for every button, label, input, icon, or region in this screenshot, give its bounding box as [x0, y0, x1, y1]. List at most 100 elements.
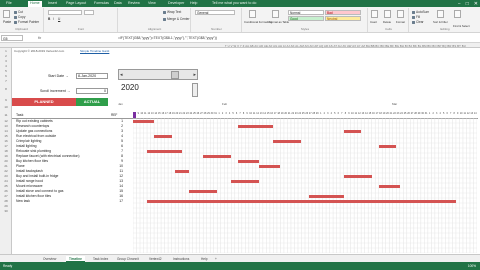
row-number[interactable]: 27 [0, 194, 12, 198]
scroll-left-icon[interactable]: ◂ [120, 72, 123, 78]
gantt-bar[interactable] [238, 125, 274, 128]
insert-button[interactable]: Insert [370, 20, 377, 24]
gantt-bar[interactable] [308, 195, 344, 198]
task-ref[interactable]: 5 [113, 139, 123, 143]
font-size-select[interactable] [84, 10, 94, 15]
sort-filter-button[interactable]: Sort & Filter [433, 20, 448, 24]
task-name[interactable]: Rip out existing cabinets [16, 119, 53, 123]
delete-cells-icon[interactable] [384, 10, 391, 18]
ribbon-tab[interactable]: View [148, 1, 156, 5]
row-number[interactable]: 24 [0, 179, 12, 183]
task-ref[interactable]: 8 [113, 154, 123, 158]
fill-button[interactable]: Fill [412, 15, 420, 19]
italic-icon[interactable]: I [53, 17, 54, 21]
find-select-icon[interactable] [454, 10, 461, 18]
style-good[interactable]: Good [288, 16, 324, 21]
task-ref[interactable]: 11 [113, 169, 123, 173]
task-name[interactable]: Update gas connections [16, 129, 52, 133]
gantt-bar[interactable] [238, 160, 260, 163]
task-name[interactable]: Install stove and connect to gas [16, 189, 64, 193]
insert-cells-icon[interactable] [371, 10, 378, 18]
task-ref[interactable]: 12 [113, 174, 123, 178]
wrap-text-button[interactable]: Wrap Text [163, 10, 181, 14]
task-name[interactable]: New task [16, 199, 30, 203]
row-number[interactable]: 17 [0, 144, 12, 148]
ribbon-tab[interactable]: Formulas [94, 1, 109, 5]
font-name-select[interactable] [48, 10, 82, 15]
minimize-icon[interactable]: − [458, 1, 461, 7]
task-name[interactable]: Install lighting [16, 144, 37, 148]
format-button[interactable]: Format [396, 20, 405, 24]
row-number[interactable]: 13 [0, 124, 12, 128]
copy-button[interactable]: Copy [14, 15, 25, 19]
task-name[interactable]: Relocate sink plumbing [16, 149, 51, 153]
task-ref[interactable]: 7 [113, 149, 123, 153]
row-number[interactable]: 26 [0, 189, 12, 193]
gantt-bar[interactable] [133, 120, 155, 123]
row-number[interactable]: 10 [0, 105, 12, 109]
format-painter-button[interactable]: Format Painter [14, 20, 39, 24]
row-number[interactable]: 7 [0, 79, 12, 83]
task-name[interactable]: Run electrical from outside [16, 134, 56, 138]
conditional-formatting-button[interactable]: Conditional Formatting [244, 20, 272, 24]
row-number[interactable]: 4 [0, 64, 12, 68]
style-normal[interactable]: Normal [288, 10, 324, 15]
zoom-level[interactable]: 100% [468, 264, 476, 268]
ribbon-tab[interactable]: Insert [48, 1, 57, 5]
task-ref[interactable]: 9 [113, 159, 123, 163]
row-number[interactable]: 9 [0, 98, 12, 102]
task-ref[interactable]: 16 [113, 194, 123, 198]
cut-button[interactable]: Cut [14, 10, 23, 14]
gantt-bar[interactable] [231, 180, 260, 183]
gantt-bar[interactable] [147, 150, 183, 153]
gantt-bar[interactable] [259, 165, 281, 168]
bold-icon[interactable]: B [48, 17, 50, 21]
gantt-bar[interactable] [203, 155, 232, 158]
task-ref[interactable]: 14 [113, 184, 123, 188]
task-name[interactable]: Replace faucet (with electrical connecti… [16, 154, 80, 158]
task-name[interactable]: Install backsplash [16, 169, 43, 173]
underline-icon[interactable]: U [58, 17, 60, 21]
gantt-bar[interactable] [189, 190, 218, 193]
row-number[interactable]: 6 [0, 74, 12, 78]
start-date-input[interactable]: 8-Jan-2020 [76, 73, 108, 79]
row-number[interactable]: 11 [0, 113, 12, 117]
row-number[interactable]: 22 [0, 169, 12, 173]
row-number[interactable]: 28 [0, 199, 12, 203]
ribbon-tab[interactable]: Review [128, 1, 140, 5]
task-ref[interactable]: 10 [113, 164, 123, 168]
row-number[interactable]: 20 [0, 159, 12, 163]
clear-button[interactable]: Clear [412, 20, 424, 24]
task-name[interactable]: Research countertops [16, 124, 49, 128]
scroll-thumb[interactable] [171, 71, 179, 79]
ribbon-tab[interactable]: Tell me what you want to do [212, 1, 256, 5]
task-name[interactable]: Crimp/air lighting [16, 139, 41, 143]
task-ref[interactable]: 15 [113, 189, 123, 193]
delete-button[interactable]: Delete [383, 20, 391, 24]
header-subtitle-link[interactable]: Simple Timeline Gantt [80, 49, 109, 53]
row-number[interactable]: 12 [0, 119, 12, 123]
gantt-bar[interactable] [154, 135, 172, 138]
row-number[interactable]: 8 [0, 87, 12, 91]
scroll-increment-input[interactable]: 0 [76, 88, 108, 94]
scroll-right-icon[interactable]: ▸ [193, 72, 196, 78]
ribbon-tab[interactable]: Data [114, 1, 122, 5]
row-number[interactable]: 14 [0, 129, 12, 133]
timeline-scrollbar[interactable]: ◂ ▸ [118, 69, 198, 80]
task-ref[interactable]: 4 [113, 134, 123, 138]
row-number[interactable]: 18 [0, 149, 12, 153]
vertical-spinner[interactable] [192, 83, 198, 97]
row-number[interactable]: 3 [0, 59, 12, 63]
row-number[interactable]: 15 [0, 134, 12, 138]
task-name[interactable]: Buy kitchen floor tiles [16, 159, 48, 163]
style-bad[interactable]: Bad [325, 10, 361, 15]
task-ref[interactable]: 17 [113, 199, 123, 203]
ribbon-tab[interactable]: File [6, 1, 12, 5]
task-ref[interactable]: 1 [113, 119, 123, 123]
row-number[interactable]: 1 [0, 49, 12, 53]
gantt-bar[interactable] [147, 200, 456, 203]
task-ref[interactable]: 3 [113, 129, 123, 133]
row-number[interactable]: 25 [0, 184, 12, 188]
task-name[interactable]: Install kitchen floor tiles [16, 194, 51, 198]
ribbon-tab[interactable]: Help [190, 1, 197, 5]
